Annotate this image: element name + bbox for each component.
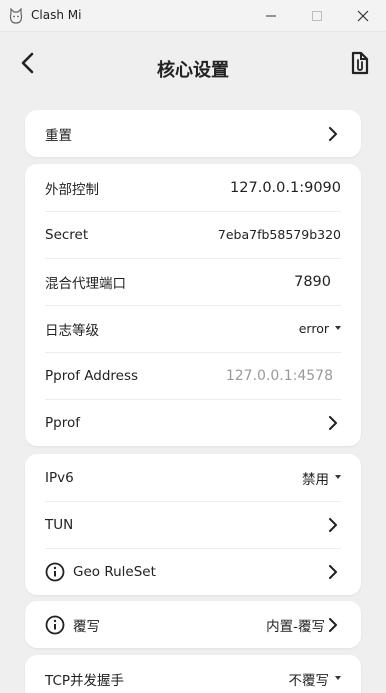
secret-value[interactable]: 7eba7fb58579b320 (218, 227, 341, 242)
override-row[interactable]: 覆写 内置-覆写 (25, 601, 361, 648)
external-control-row[interactable]: 外部控制 127.0.0.1:9090 (25, 164, 361, 211)
page-title: 核心设置 (157, 60, 229, 81)
pprof-row[interactable]: Pprof (25, 399, 361, 446)
override-value: 内置-覆写 (266, 618, 325, 635)
geo-ruleset-label: Geo RuleSet (73, 563, 156, 580)
secret-row[interactable]: Secret 7eba7fb58579b320 (25, 211, 361, 258)
override-label: 覆写 (73, 618, 100, 635)
external-control-label: 外部控制 (45, 181, 99, 198)
reset-card: 重置 (25, 110, 361, 157)
caret-down-icon (335, 325, 341, 330)
caret-down-icon (335, 675, 341, 680)
tcp-concurrent-value: 不覆写 (288, 672, 330, 689)
caret-down-icon (335, 474, 341, 479)
log-level-row[interactable]: 日志等级 error (25, 305, 361, 352)
file-button[interactable] (344, 50, 374, 80)
log-level-dropdown[interactable]: error (299, 321, 341, 336)
window-titlebar: Clash Mi (0, 0, 386, 32)
mixed-port-value[interactable]: 7890 (294, 274, 331, 290)
close-button[interactable] (340, 0, 386, 32)
info-icon[interactable] (45, 615, 65, 635)
override-label-group: 覆写 (45, 615, 266, 635)
mixed-port-row[interactable]: 混合代理端口 7890 (25, 258, 361, 305)
file-attachment-icon (349, 51, 369, 79)
external-control-value[interactable]: 127.0.0.1:9090 (230, 180, 341, 196)
pprof-address-row[interactable]: Pprof Address 127.0.0.1:4578 (25, 352, 361, 399)
window-title: Clash Mi (31, 8, 82, 22)
minimize-button[interactable] (248, 0, 294, 32)
ipv6-value: 禁用 (302, 471, 329, 488)
log-level-value: error (298, 321, 329, 336)
tun-row[interactable]: TUN (25, 501, 361, 548)
ipv6-row[interactable]: IPv6 禁用 (25, 454, 361, 501)
page-header: 核心设置 (0, 32, 386, 102)
reset-row[interactable]: 重置 (25, 110, 361, 157)
maximize-button[interactable] (294, 0, 340, 32)
log-level-label: 日志等级 (45, 322, 99, 339)
pprof-address-value[interactable]: 127.0.0.1:4578 (226, 368, 333, 384)
core-settings-card: 外部控制 127.0.0.1:9090 Secret 7eba7fb58579b… (25, 164, 361, 446)
secret-label: Secret (45, 226, 89, 243)
reset-label: 重置 (45, 127, 72, 144)
geo-ruleset-row[interactable]: Geo RuleSet (25, 548, 361, 595)
override-card: 覆写 内置-覆写 (25, 601, 361, 648)
ipv6-dropdown[interactable]: 禁用 (302, 468, 341, 488)
chevron-right-icon (325, 126, 341, 142)
chevron-right-icon (325, 564, 341, 580)
ipv6-label: IPv6 (45, 469, 74, 486)
tcp-concurrent-row[interactable]: TCP并发握手 不覆写 (25, 655, 361, 693)
geo-ruleset-label-group: Geo RuleSet (45, 562, 321, 582)
pprof-address-label: Pprof Address (45, 367, 139, 384)
chevron-right-icon (325, 517, 341, 533)
tun-label: TUN (45, 516, 74, 533)
info-icon[interactable] (45, 562, 65, 582)
chevron-right-icon (325, 617, 341, 633)
mixed-port-label: 混合代理端口 (45, 275, 126, 292)
tcp-concurrent-dropdown[interactable]: 不覆写 (288, 669, 341, 689)
pprof-label: Pprof (45, 414, 80, 431)
tcp-card: TCP并发握手 不覆写 (25, 655, 361, 693)
chevron-right-icon (325, 415, 341, 431)
network-card: IPv6 禁用 TUN Geo RuleSet (25, 454, 361, 595)
tcp-concurrent-label: TCP并发握手 (45, 672, 125, 689)
cat-icon (9, 7, 23, 24)
